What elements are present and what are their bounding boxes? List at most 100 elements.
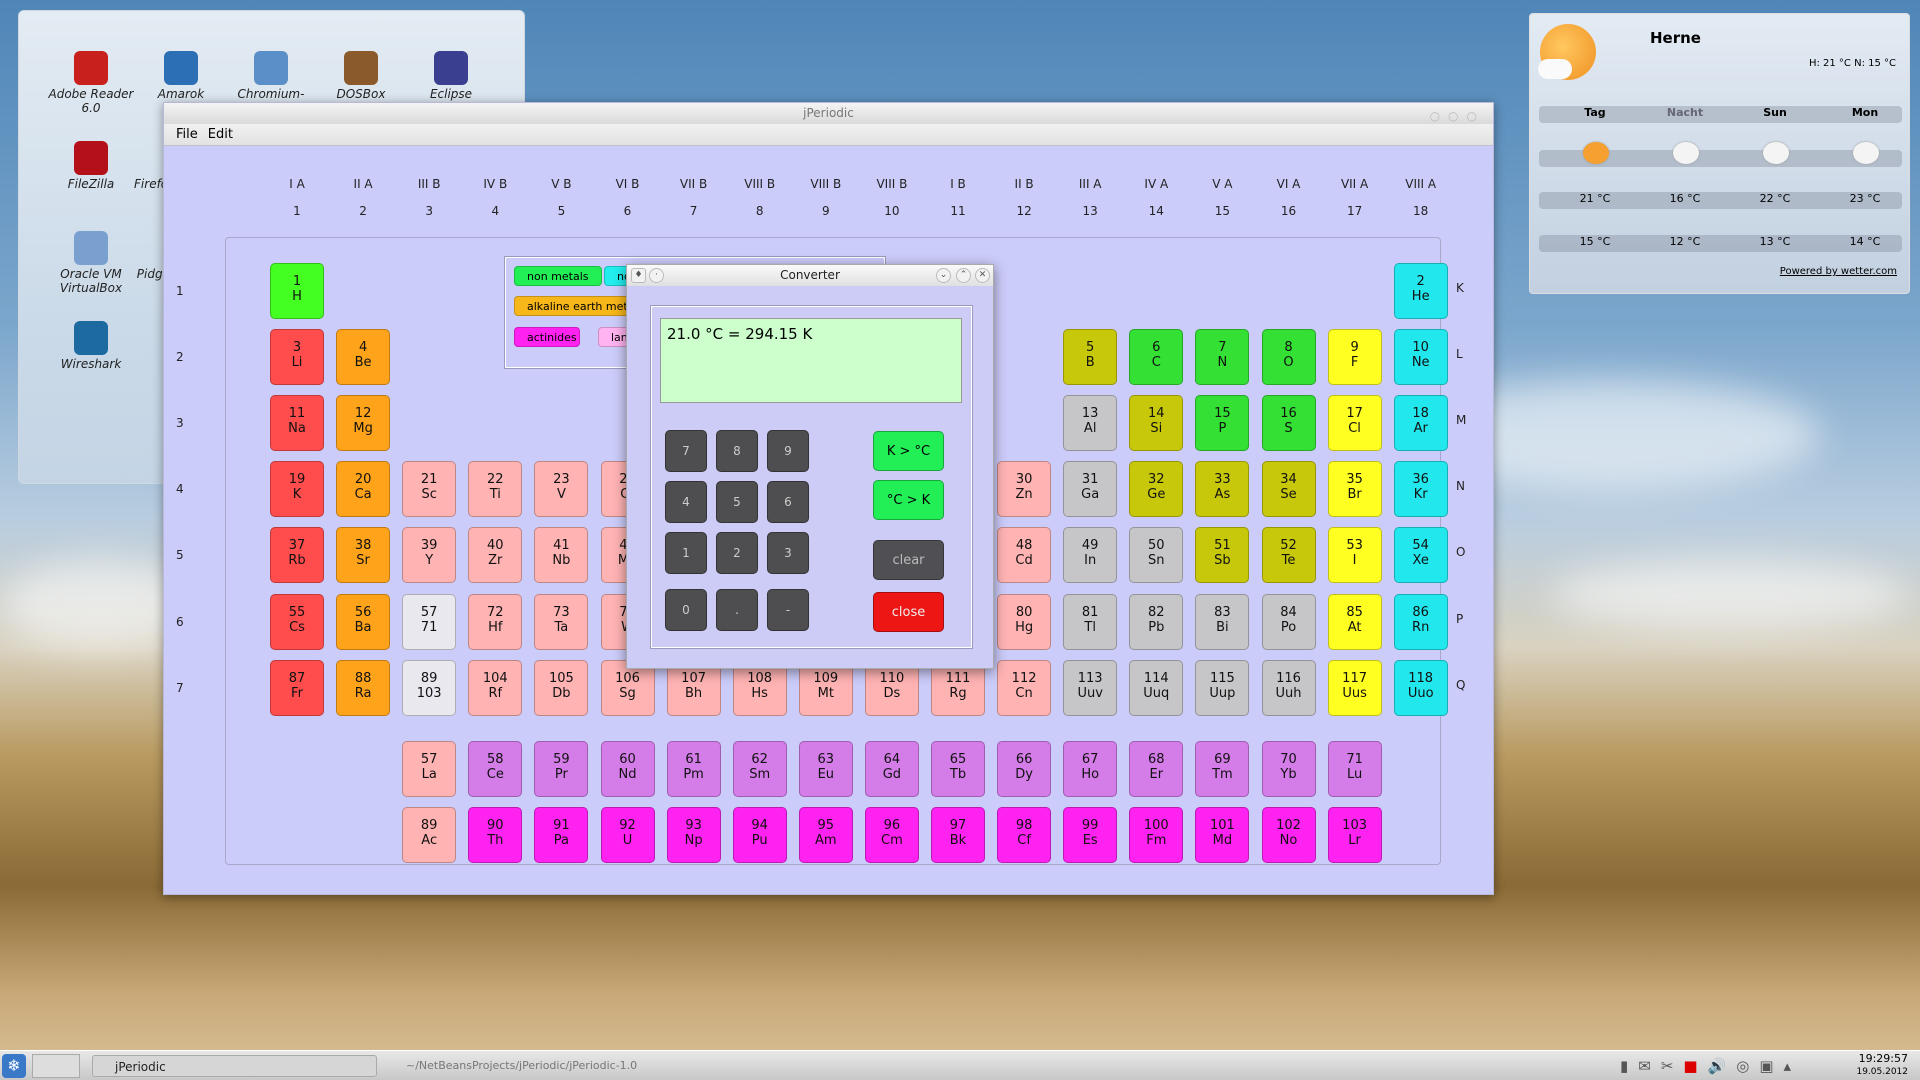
legend-actinides[interactable]: actinides xyxy=(514,327,580,347)
clock-time[interactable]: 19:29:57 xyxy=(1859,1052,1908,1065)
element-pm[interactable]: 61 Pm xyxy=(666,740,721,797)
element-si[interactable]: 14 Si xyxy=(1129,395,1184,452)
element-fm[interactable]: 100 Fm xyxy=(1129,806,1184,863)
element-xe[interactable]: 54 Xe xyxy=(1393,527,1448,584)
clear-button[interactable]: clear xyxy=(873,540,944,580)
key-6[interactable]: 6 xyxy=(767,481,809,523)
legend-non-metals[interactable]: non metals xyxy=(514,266,602,286)
element-pu[interactable]: 94 Pu xyxy=(732,806,787,863)
element-k[interactable]: 19 K xyxy=(270,461,324,518)
desktop-icon[interactable]: Oracle VM VirtualBox xyxy=(41,231,141,295)
element-pr[interactable]: 59 Pr xyxy=(534,740,589,797)
element-ta[interactable]: 73 Ta xyxy=(534,593,589,650)
key-.[interactable]: . xyxy=(716,589,758,631)
element-be[interactable]: 4 Be xyxy=(336,329,391,386)
element-c[interactable]: 6C xyxy=(1129,329,1184,386)
key-7[interactable]: 7 xyxy=(665,430,707,472)
element-bi[interactable]: 83 Bi xyxy=(1195,593,1250,650)
element-cl[interactable]: 17 Cl xyxy=(1327,395,1382,452)
element-ne[interactable]: 10 Ne xyxy=(1393,329,1448,386)
element-zn[interactable]: 30 Zn xyxy=(997,461,1052,518)
key-8[interactable]: 8 xyxy=(716,430,758,472)
element-cn[interactable]: 112 Cn xyxy=(997,659,1052,716)
element-placeholder[interactable]: 89 103 xyxy=(402,659,457,716)
element-b[interactable]: 5B xyxy=(1063,329,1118,386)
desktop-icon[interactable]: Adobe Reader 6.0 xyxy=(41,51,141,115)
element-o[interactable]: 8O xyxy=(1261,329,1316,386)
window-titlebar[interactable]: jPeriodic ○○○ xyxy=(164,103,1493,124)
element-nd[interactable]: 60 Nd xyxy=(600,740,655,797)
element-yb[interactable]: 70 Yb xyxy=(1261,740,1316,797)
element-tl[interactable]: 81 Tl xyxy=(1063,593,1118,650)
converter-titlebar[interactable]: ♦ · Converter ⌄ ⌃ ✕ xyxy=(627,265,993,286)
element-uuq[interactable]: 114 Uuq xyxy=(1129,659,1184,716)
element-p[interactable]: 15 P xyxy=(1195,395,1250,452)
keyboard-layout-de-icon[interactable]: ■ xyxy=(1683,1057,1707,1075)
element-lu[interactable]: 71 Lu xyxy=(1327,740,1382,797)
key-1[interactable]: 1 xyxy=(665,532,707,574)
element-po[interactable]: 84 Po xyxy=(1261,593,1316,650)
element-h[interactable]: 1H xyxy=(270,263,324,319)
element-db[interactable]: 105 Db xyxy=(534,659,589,716)
element-uus[interactable]: 117 Uus xyxy=(1327,659,1382,716)
element-at[interactable]: 85 At xyxy=(1327,593,1382,650)
minimize-icon[interactable]: ⌄ xyxy=(936,268,951,283)
key-3[interactable]: 3 xyxy=(767,532,809,574)
element-ge[interactable]: 32 Ge xyxy=(1129,461,1184,518)
element-rb[interactable]: 37 Rb xyxy=(270,527,324,584)
key-2[interactable]: 2 xyxy=(716,532,758,574)
element-bk[interactable]: 97 Bk xyxy=(931,806,985,863)
element-te[interactable]: 52 Te xyxy=(1261,527,1316,584)
element-br[interactable]: 35 Br xyxy=(1327,461,1382,518)
element-sn[interactable]: 50 Sn xyxy=(1129,527,1184,584)
element-lr[interactable]: 103 Lr xyxy=(1327,806,1382,863)
element-rf[interactable]: 104 Rf xyxy=(468,659,523,716)
element-np[interactable]: 93 Np xyxy=(666,806,721,863)
element-se[interactable]: 34 Se xyxy=(1261,461,1316,518)
task-terminal[interactable]: ~/NetBeansProjects/jPeriodic/jPeriodic-1… xyxy=(384,1055,669,1077)
c-to-k-button[interactable]: °C > K xyxy=(873,480,944,520)
pin-icon[interactable]: · xyxy=(649,268,664,283)
element-es[interactable]: 99 Es xyxy=(1063,806,1118,863)
element-ba[interactable]: 56 Ba xyxy=(336,593,391,650)
element-dy[interactable]: 66 Dy xyxy=(997,740,1052,797)
desktop-icon[interactable]: Chromium- xyxy=(221,51,321,101)
element-li[interactable]: 3 Li xyxy=(270,329,324,386)
element-rn[interactable]: 86 Rn xyxy=(1393,593,1448,650)
menu-edit[interactable]: Edit xyxy=(208,127,233,142)
element-sb[interactable]: 51 Sb xyxy=(1195,527,1250,584)
element-s[interactable]: 16 S xyxy=(1261,395,1316,452)
element-cs[interactable]: 55 Cs xyxy=(270,593,324,650)
key-5[interactable]: 5 xyxy=(716,481,758,523)
element-tb[interactable]: 65 Tb xyxy=(931,740,985,797)
element-kr[interactable]: 36 Kr xyxy=(1393,461,1448,518)
element-uuv[interactable]: 113 Uuv xyxy=(1063,659,1118,716)
k-to-c-button[interactable]: K > °C xyxy=(873,431,944,471)
element-no[interactable]: 102 No xyxy=(1261,806,1316,863)
element-am[interactable]: 95 Am xyxy=(798,806,853,863)
kde-menu-icon[interactable]: ❄ xyxy=(2,1054,26,1078)
element-cf[interactable]: 98 Cf xyxy=(997,806,1052,863)
key-0[interactable]: 0 xyxy=(665,589,707,631)
window-controls[interactable]: ○○○ xyxy=(1430,106,1485,127)
key-4[interactable]: 4 xyxy=(665,481,707,523)
element-uup[interactable]: 115 Uup xyxy=(1195,659,1250,716)
element-gd[interactable]: 64 Gd xyxy=(864,740,919,797)
desktop-icon[interactable]: Eclipse xyxy=(401,51,501,101)
element-al[interactable]: 13 Al xyxy=(1063,395,1118,452)
element-mg[interactable]: 12 Mg xyxy=(336,395,391,452)
element-cm[interactable]: 96 Cm xyxy=(864,806,919,863)
element-na[interactable]: 11 Na xyxy=(270,395,324,452)
element-as[interactable]: 33 As xyxy=(1195,461,1250,518)
element-pb[interactable]: 82 Pb xyxy=(1129,593,1184,650)
element-tm[interactable]: 69 Tm xyxy=(1195,740,1250,797)
element-ce[interactable]: 58 Ce xyxy=(468,740,523,797)
element-y[interactable]: 39 Y xyxy=(402,527,457,584)
element-pa[interactable]: 91 Pa xyxy=(534,806,589,863)
element-he[interactable]: 2 He xyxy=(1393,263,1448,319)
element-placeholder[interactable]: 57 71 xyxy=(402,593,457,650)
key-9[interactable]: 9 xyxy=(767,430,809,472)
element-zr[interactable]: 40 Zr xyxy=(468,527,523,584)
desktop-pager[interactable] xyxy=(32,1054,80,1078)
element-ti[interactable]: 22 Ti xyxy=(468,461,523,518)
